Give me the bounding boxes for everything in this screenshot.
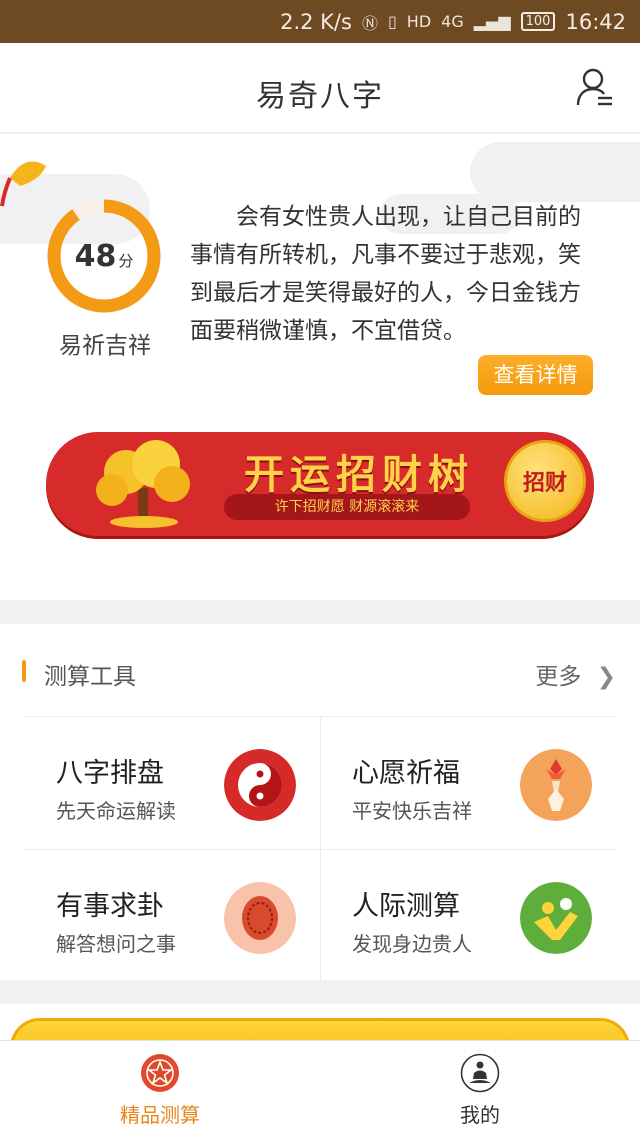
chevron-right-icon: ❯ [596,664,616,690]
tab-label: 精品测算 [120,1103,200,1127]
page-title: 易奇八字 [256,79,384,114]
star-circle-icon [141,1054,179,1092]
tools-header: 测算工具 更多 ❯ [0,624,640,716]
section-title: 测算工具 [44,664,136,690]
tool-name: 八字排盘 [56,758,164,789]
user-profile-icon[interactable] [576,67,614,107]
fortune-description: 会有女性贵人出现，让自己目前的事情有所转机，凡事不要过于悲观，笑到最后才是笑得最… [190,204,581,344]
tool-desc: 解答想问之事 [56,932,176,956]
fan-ornament-icon [0,161,46,207]
vibrate-icon: ▯ [387,12,397,31]
fortune-score-label: 易祈吉祥 [59,333,151,359]
promo-banner[interactable] [0,1004,640,1044]
tool-name: 有事求卦 [56,891,164,922]
section-accent-bar [22,660,26,682]
tool-relationship[interactable]: 人际测算 发现身边贵人 [320,850,616,982]
clock: 16:42 [565,9,626,34]
turtle-shell-icon [224,882,296,954]
yin-yang-icon [224,749,296,821]
tool-name: 人际测算 [352,891,460,922]
more-label: 更多 [535,664,582,690]
nfc-icon: Ⓝ [361,13,378,33]
tool-desc: 发现身边贵人 [352,932,472,956]
fortune-tree-banner[interactable]: 开运招财树 许下招财愿 财源滚滚来 招财 [46,432,594,536]
money-tree-icon [96,440,190,528]
daily-fortune-card: 48 分 易祈吉祥 会有女性贵人出现，让自己目前的事情有所转机，凡事不要过于悲观… [0,134,640,600]
tab-label: 我的 [460,1103,500,1127]
fortune-coin-button[interactable]: 招财 [504,440,586,522]
people-icon [520,882,592,954]
tab-me[interactable]: 我的 [320,1041,640,1137]
tool-desc: 平安快乐吉祥 [352,799,472,823]
banner-title: 开运招财树 [244,451,474,498]
tool-divination[interactable]: 有事求卦 解答想问之事 [24,850,320,982]
banner-subtitle: 许下招财愿 财源滚滚来 [224,494,470,520]
score-unit: 分 [118,251,134,270]
tab-featured[interactable]: 精品测算 [0,1041,320,1137]
tool-name: 心愿祈福 [352,758,460,789]
network-speed: 2.2 K/s [280,9,352,34]
tool-bazi-chart[interactable]: 八字排盘 先天命运解读 [24,717,320,849]
network-type: 4G [441,12,464,31]
tools-section: 测算工具 更多 ❯ 八字排盘 先天命运解读 心愿祈福 平安快乐吉祥 有事求卦 解… [0,624,640,980]
bottom-tab-bar: 精品测算 我的 [0,1040,640,1137]
cloud-decoration [470,142,640,202]
app-header: 易奇八字 [0,43,640,133]
more-link[interactable]: 更多 ❯ [535,657,616,691]
prayer-lotus-icon [520,749,592,821]
signal-icon: ▂▄▆ [473,12,511,31]
meditation-icon [460,1053,500,1093]
hd-icon: HD [406,12,432,31]
status-bar: 2.2 K/s Ⓝ ▯ HD 4G ▂▄▆ 100 16:42 [0,0,640,43]
tool-desc: 先天命运解读 [56,799,176,823]
tool-wish-blessing[interactable]: 心愿祈福 平安快乐吉祥 [320,717,616,849]
battery-indicator: 100 [520,12,556,31]
view-details-button[interactable]: 查看详情 [478,355,593,395]
fortune-score: 48 [74,238,117,274]
